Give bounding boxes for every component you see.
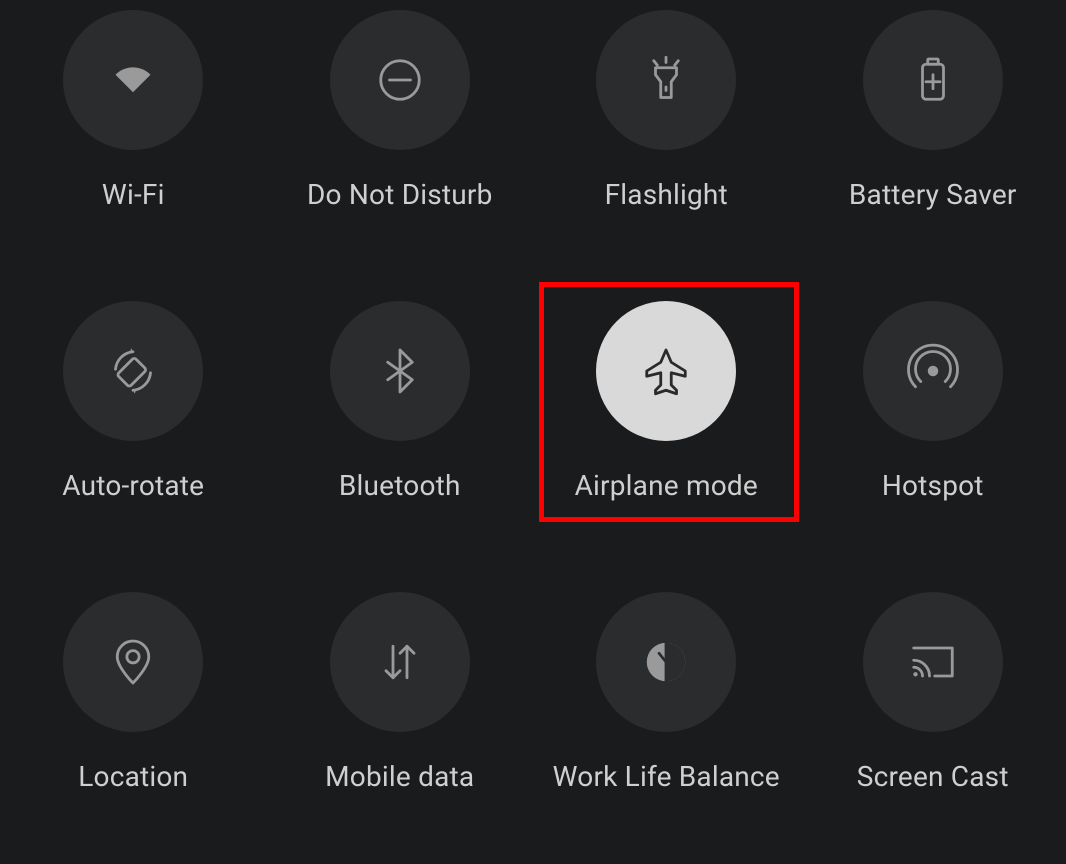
tile-wifi[interactable]: Wi-Fi <box>0 10 267 211</box>
quick-settings-panel: Wi-Fi Do Not Disturb Flas <box>0 0 1066 864</box>
wifi-icon <box>63 10 203 150</box>
tile-battery-saver[interactable]: Battery Saver <box>800 10 1066 211</box>
tile-work-life-balance[interactable]: Work Life Balance <box>533 592 800 793</box>
tile-label: Bluetooth <box>339 469 461 502</box>
mobile-data-icon <box>330 592 470 732</box>
tile-label: Auto-rotate <box>62 469 204 502</box>
tile-label: Work Life Balance <box>553 760 780 793</box>
tile-auto-rotate[interactable]: Auto-rotate <box>0 301 267 502</box>
location-icon <box>63 592 203 732</box>
tile-label: Do Not Disturb <box>307 178 493 211</box>
tile-label: Mobile data <box>325 760 474 793</box>
tile-do-not-disturb[interactable]: Do Not Disturb <box>267 10 534 211</box>
battery-saver-icon <box>863 10 1003 150</box>
tile-flashlight[interactable]: Flashlight <box>533 10 800 211</box>
flashlight-icon <box>596 10 736 150</box>
tile-airplane-mode[interactable]: Airplane mode <box>533 301 800 502</box>
tile-label: Screen Cast <box>857 760 1009 793</box>
tile-hotspot[interactable]: Hotspot <box>800 301 1066 502</box>
tile-label: Flashlight <box>605 178 728 211</box>
work-life-balance-icon <box>596 592 736 732</box>
hotspot-icon <box>863 301 1003 441</box>
screen-cast-icon <box>863 592 1003 732</box>
airplane-icon <box>596 301 736 441</box>
tile-screen-cast[interactable]: Screen Cast <box>800 592 1066 793</box>
tile-mobile-data[interactable]: Mobile data <box>267 592 534 793</box>
tile-label: Battery Saver <box>849 178 1017 211</box>
tile-label: Hotspot <box>882 469 984 502</box>
tile-bluetooth[interactable]: Bluetooth <box>267 301 534 502</box>
tile-location[interactable]: Location <box>0 592 267 793</box>
tile-label: Location <box>78 760 188 793</box>
tile-label: Wi-Fi <box>102 178 165 211</box>
auto-rotate-icon <box>63 301 203 441</box>
bluetooth-icon <box>330 301 470 441</box>
quick-settings-grid: Wi-Fi Do Not Disturb Flas <box>0 0 1066 793</box>
do-not-disturb-icon <box>330 10 470 150</box>
tile-label: Airplane mode <box>575 469 758 502</box>
